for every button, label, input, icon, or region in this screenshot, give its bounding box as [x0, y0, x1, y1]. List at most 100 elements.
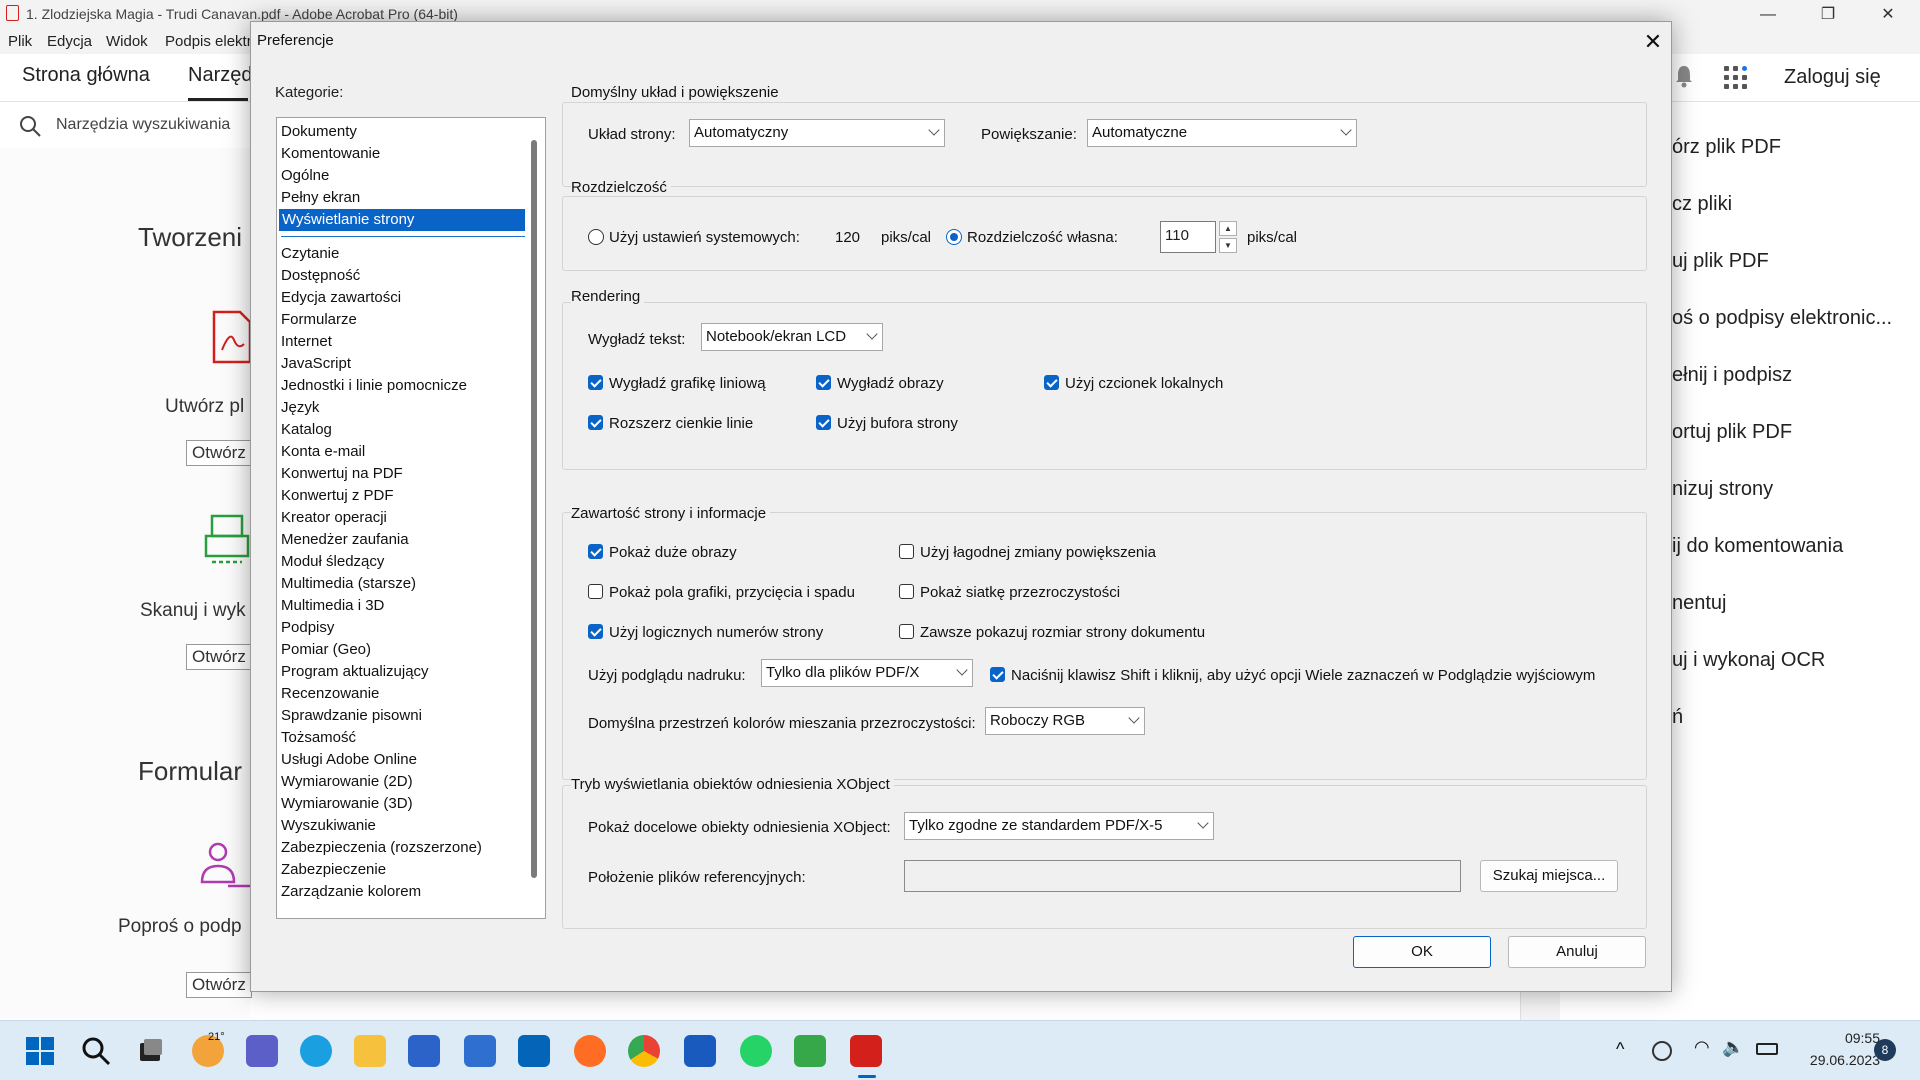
browse-location-button[interactable]: Szukaj miejsca...	[1480, 860, 1618, 892]
custom-resolution-radio[interactable]	[946, 229, 962, 245]
dialog-close-button[interactable]: ✕	[1639, 28, 1667, 56]
right-tool-item[interactable]: nentuj	[1672, 592, 1727, 615]
tab-home[interactable]: Strona główna	[22, 64, 150, 87]
battery-icon[interactable]	[1756, 1043, 1778, 1055]
open-create-button[interactable]: Otwórz	[186, 440, 252, 466]
category-item[interactable]: Konta e-mail	[281, 441, 365, 463]
whatsapp-icon[interactable]	[740, 1035, 772, 1067]
category-item[interactable]: Wyszukiwanie	[281, 815, 376, 837]
overprint-preview-select[interactable]: Tylko dla plików PDF/X	[761, 659, 973, 687]
right-tool-item[interactable]: uj i wykonaj OCR	[1672, 649, 1825, 672]
cancel-button[interactable]: Anuluj	[1508, 936, 1646, 968]
ok-button[interactable]: OK	[1353, 936, 1491, 968]
open-sign-button[interactable]: Otwórz	[186, 972, 252, 998]
open-scan-button[interactable]: Otwórz	[186, 644, 252, 670]
notepad-icon[interactable]	[464, 1035, 496, 1067]
minimize-button[interactable]: —	[1748, 3, 1788, 27]
category-item[interactable]: Zarządzanie kolorem	[281, 881, 421, 903]
apps-grid-icon[interactable]	[1724, 66, 1748, 90]
microsoft-store-icon[interactable]	[408, 1035, 440, 1067]
category-item[interactable]: Tożsamość	[281, 727, 356, 749]
volume-icon[interactable]: 🔈	[1722, 1037, 1744, 1058]
teams-chat-icon[interactable]	[246, 1035, 278, 1067]
category-item[interactable]: Internet	[281, 331, 332, 353]
category-item[interactable]: Usługi Adobe Online	[281, 749, 417, 771]
right-tool-item[interactable]: ełnij i podpisz	[1672, 364, 1792, 387]
category-item[interactable]: Czytanie	[281, 243, 339, 265]
login-link[interactable]: Zaloguj się	[1784, 66, 1881, 89]
clock-date[interactable]: 29.06.2023	[1786, 1052, 1880, 1068]
category-item[interactable]: Pomiar (Geo)	[281, 639, 371, 661]
tools-search[interactable]: Narzędzia wyszukiwania	[0, 102, 250, 148]
category-item[interactable]: Multimedia i 3D	[281, 595, 384, 617]
word-icon[interactable]	[684, 1035, 716, 1067]
category-item-selected[interactable]: Wyświetlanie strony	[279, 209, 525, 231]
category-item[interactable]: Menedżer zaufania	[281, 529, 409, 551]
xobject-show-select[interactable]: Tylko zgodne ze standardem PDF/X-5	[904, 812, 1214, 840]
large-images-checkbox[interactable]	[588, 544, 603, 559]
right-tool-item[interactable]: órz plik PDF	[1672, 136, 1781, 159]
smooth-zoom-checkbox[interactable]	[899, 544, 914, 559]
windows-start-icon[interactable]	[24, 1035, 56, 1067]
menu-edycja[interactable]: Edycja	[47, 33, 92, 50]
smooth-text-select[interactable]: Notebook/ekran LCD	[701, 323, 883, 351]
menu-widok[interactable]: Widok	[106, 33, 148, 50]
category-item[interactable]: Dokumenty	[281, 121, 357, 143]
task-view-icon[interactable]	[134, 1035, 166, 1067]
system-resolution-radio[interactable]	[588, 229, 604, 245]
outlook-icon[interactable]	[518, 1035, 550, 1067]
bell-icon[interactable]	[1674, 64, 1694, 88]
category-item[interactable]: Dostępność	[281, 265, 360, 287]
acrobat-taskbar-icon[interactable]	[850, 1035, 882, 1067]
category-item[interactable]: Program aktualizujący	[281, 661, 429, 683]
category-item[interactable]: Edycja zawartości	[281, 287, 401, 309]
notification-badge[interactable]: 8	[1874, 1039, 1896, 1061]
maximize-button[interactable]: ❐	[1808, 3, 1848, 27]
right-tool-item[interactable]: cz pliki	[1672, 193, 1732, 216]
right-tool-item[interactable]: uj plik PDF	[1672, 250, 1769, 273]
window-close-button[interactable]: ✕	[1868, 3, 1908, 27]
taskbar-search-icon[interactable]	[80, 1035, 112, 1067]
local-fonts-checkbox[interactable]	[1044, 375, 1059, 390]
category-item[interactable]: Konwertuj z PDF	[281, 485, 394, 507]
category-item[interactable]: Konwertuj na PDF	[281, 463, 403, 485]
transparency-grid-checkbox[interactable]	[899, 584, 914, 599]
category-item[interactable]: Ogólne	[281, 165, 329, 187]
category-item[interactable]: Jednostki i linie pomocnicze	[281, 375, 467, 397]
category-item[interactable]: JavaScript	[281, 353, 351, 375]
spin-down-button[interactable]: ▼	[1219, 238, 1237, 253]
right-tool-item[interactable]: nizuj strony	[1672, 478, 1773, 501]
category-item[interactable]: Sprawdzanie pisowni	[281, 705, 422, 727]
category-item[interactable]: Język	[281, 397, 319, 419]
zoom-select[interactable]: Automatyczne	[1087, 119, 1357, 147]
right-tool-item[interactable]: ij do komentowania	[1672, 535, 1843, 558]
categories-scrollbar[interactable]	[531, 140, 537, 878]
spin-up-button[interactable]: ▲	[1219, 221, 1237, 236]
category-item[interactable]: Moduł śledzący	[281, 551, 384, 573]
category-item[interactable]: Pełny ekran	[281, 187, 360, 209]
always-show-page-size-checkbox[interactable]	[899, 624, 914, 639]
category-item[interactable]: Zabezpieczenie	[281, 859, 386, 881]
page-cache-checkbox[interactable]	[816, 415, 831, 430]
category-item[interactable]: Multimedia (starsze)	[281, 573, 416, 595]
shift-click-checkbox[interactable]	[990, 667, 1005, 682]
app-bird-icon[interactable]	[794, 1035, 826, 1067]
menu-podpis[interactable]: Podpis elektr	[165, 33, 252, 50]
categories-list[interactable]: Dokumenty Komentowanie Ogólne Pełny ekra…	[276, 117, 546, 919]
chrome-icon[interactable]	[628, 1035, 660, 1067]
file-explorer-icon[interactable]	[354, 1035, 386, 1067]
art-trim-bleed-checkbox[interactable]	[588, 584, 603, 599]
smooth-line-art-checkbox[interactable]	[588, 375, 603, 390]
right-tool-item[interactable]: ń	[1672, 706, 1683, 729]
network-status-icon[interactable]	[1652, 1041, 1672, 1061]
enhance-thin-lines-checkbox[interactable]	[588, 415, 603, 430]
category-item[interactable]: Katalog	[281, 419, 332, 441]
chevron-up-icon[interactable]: ^	[1616, 1039, 1624, 1060]
category-item[interactable]: Zabezpieczenia (rozszerzone)	[281, 837, 482, 859]
right-tool-item[interactable]: ortuj plik PDF	[1672, 421, 1792, 444]
firefox-icon[interactable]	[574, 1035, 606, 1067]
clock-time[interactable]: 09:55	[1800, 1030, 1880, 1046]
page-layout-select[interactable]: Automatyczny	[689, 119, 945, 147]
edge-browser-icon[interactable]	[300, 1035, 332, 1067]
category-item[interactable]: Wymiarowanie (3D)	[281, 793, 413, 815]
